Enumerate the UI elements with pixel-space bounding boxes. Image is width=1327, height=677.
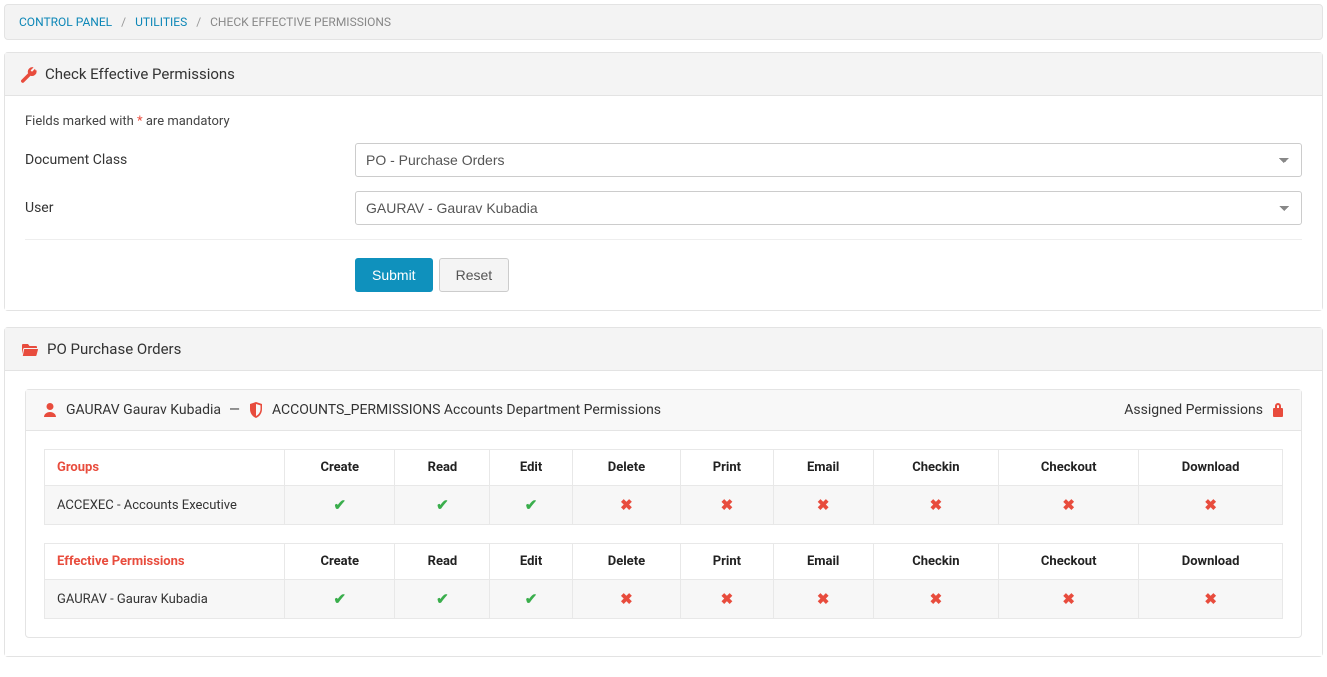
document-class-select[interactable]: PO - Purchase Orders xyxy=(355,143,1302,177)
group-name: ACCEXEC - Accounts Executive xyxy=(45,486,285,525)
user-select[interactable]: GAURAV - Gaurav Kubadia xyxy=(355,191,1302,225)
effective-header: Effective Permissions xyxy=(45,544,285,580)
perm-cell: ✖ xyxy=(681,486,774,525)
table-header-row: Effective Permissions Create Read Edit D… xyxy=(45,544,1283,580)
check-permissions-panel: Check Effective Permissions Fields marke… xyxy=(4,52,1323,311)
user-label: User xyxy=(25,200,355,216)
table-row: ACCEXEC - Accounts Executive ✔ ✔ ✔ ✖ ✖ ✖… xyxy=(45,486,1283,525)
assigned-permissions-label: Assigned Permissions xyxy=(1124,402,1263,418)
user-display: GAURAV Gaurav Kubadia xyxy=(66,402,221,418)
perm-cell: ✖ xyxy=(572,486,680,525)
submit-button[interactable]: Submit xyxy=(355,258,433,292)
document-class-label: Document Class xyxy=(25,152,355,168)
effective-user-name: GAURAV - Gaurav Kubadia xyxy=(45,580,285,619)
perm-cell: ✖ xyxy=(773,486,873,525)
perm-cell: ✖ xyxy=(873,580,999,619)
panel-header: Check Effective Permissions xyxy=(5,53,1322,96)
breadcrumb-link-utilities[interactable]: UTILITIES xyxy=(135,15,187,29)
perm-cell: ✖ xyxy=(773,580,873,619)
lock-icon xyxy=(1271,402,1285,418)
perm-cell: ✔ xyxy=(490,486,572,525)
breadcrumb: CONTROL PANEL / UTILITIES / CHECK EFFECT… xyxy=(4,4,1323,40)
perm-cell: ✔ xyxy=(490,580,572,619)
shield-icon xyxy=(248,402,264,418)
wrench-icon xyxy=(21,65,37,83)
results-title: PO Purchase Orders xyxy=(47,340,181,358)
folder-open-icon xyxy=(21,340,39,358)
groups-permissions-table: Groups Create Read Edit Delete Print Ema… xyxy=(44,449,1283,525)
perm-cell: ✖ xyxy=(873,486,999,525)
mandatory-note: Fields marked with * are mandatory xyxy=(25,114,1302,129)
user-permissions-panel: GAURAV Gaurav Kubadia — ACCOUNTS_PERMISS… xyxy=(25,389,1302,638)
reset-button[interactable]: Reset xyxy=(439,258,510,292)
effective-permissions-table: Effective Permissions Create Read Edit D… xyxy=(44,543,1283,619)
results-panel-header: PO Purchase Orders xyxy=(5,328,1322,371)
perm-cell: ✖ xyxy=(1139,580,1283,619)
perm-cell: ✖ xyxy=(1139,486,1283,525)
breadcrumb-sep: / xyxy=(121,15,126,29)
perm-cell: ✔ xyxy=(395,486,490,525)
perm-cell: ✖ xyxy=(572,580,680,619)
dash-sep: — xyxy=(229,402,240,418)
panel-title: Check Effective Permissions xyxy=(45,65,235,83)
perm-cell: ✖ xyxy=(999,580,1139,619)
role-display: ACCOUNTS_PERMISSIONS Accounts Department… xyxy=(272,402,661,418)
perm-cell: ✖ xyxy=(999,486,1139,525)
results-panel: PO Purchase Orders GAURAV Gaurav Kubadia… xyxy=(4,327,1323,657)
user-icon xyxy=(42,402,58,418)
groups-header: Groups xyxy=(45,450,285,486)
breadcrumb-link-control-panel[interactable]: CONTROL PANEL xyxy=(19,15,112,29)
table-row: GAURAV - Gaurav Kubadia ✔ ✔ ✔ ✖ ✖ ✖ ✖ ✖ … xyxy=(45,580,1283,619)
perm-cell: ✔ xyxy=(395,580,490,619)
table-header-row: Groups Create Read Edit Delete Print Ema… xyxy=(45,450,1283,486)
perm-cell: ✔ xyxy=(285,486,395,525)
perm-cell: ✔ xyxy=(285,580,395,619)
breadcrumb-sep: / xyxy=(196,15,201,29)
perm-cell: ✖ xyxy=(681,580,774,619)
breadcrumb-current: CHECK EFFECTIVE PERMISSIONS xyxy=(210,15,391,29)
